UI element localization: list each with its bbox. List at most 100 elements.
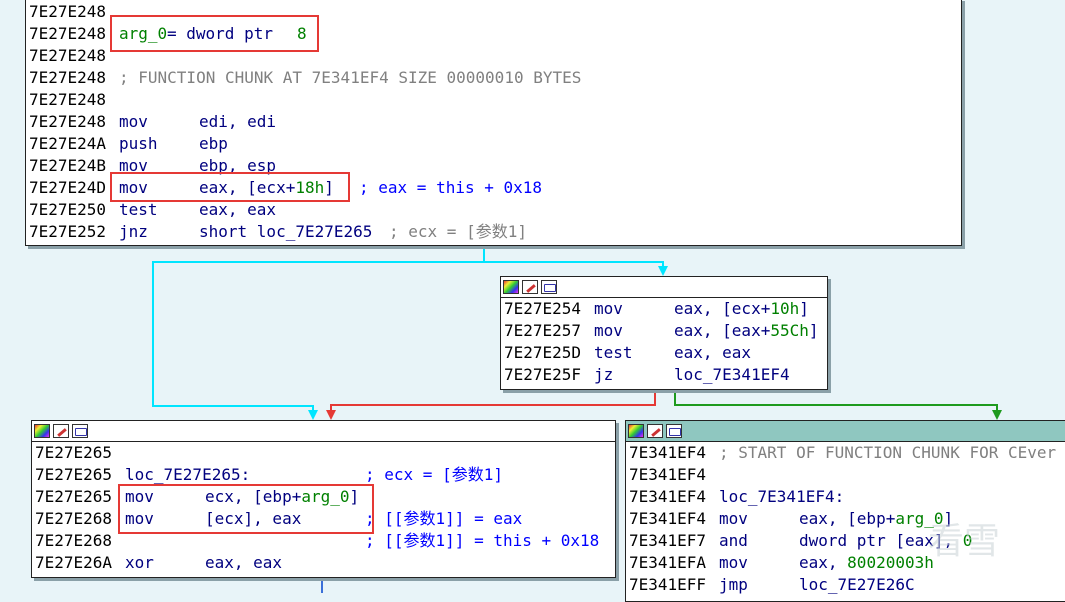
asm-line[interactable]: 7E27E26A xor eax, eax [32, 552, 615, 574]
asm-line[interactable]: 7E27E265 loc_7E27E265: ; ecx = [参数1] [32, 464, 615, 486]
operands: eax, [ecx+18h] [199, 177, 334, 199]
edge-jz-fallthrough-arrow [326, 410, 336, 420]
mnemonic: push [119, 134, 158, 153]
operand-text: ] [324, 178, 334, 197]
address: 7E27E24D [29, 178, 107, 197]
graph-node-check[interactable]: 7E27E254 mov eax, [ecx+10h] 7E27E257 mov eax… [500, 276, 828, 390]
asm-line[interactable]: 7E341EF4 [626, 464, 1065, 486]
mnemonic: mov [119, 156, 148, 175]
address: 7E27E265 [35, 443, 113, 462]
asm-line[interactable]: 7E27E268 mov [ecx], eax ; [[参数1]] = eax [32, 508, 615, 530]
operands: eax, eax [199, 200, 277, 219]
node-rename-icon[interactable] [53, 424, 69, 438]
mnemonic: mov [594, 321, 623, 340]
node-header [32, 421, 615, 442]
node-graph-icon[interactable] [541, 280, 557, 294]
edge-jnz-taken [152, 246, 485, 416]
operand-var[interactable]: arg_0 [301, 487, 349, 506]
node-rename-icon[interactable] [647, 424, 663, 438]
address: 7E341EF4 [629, 487, 707, 506]
watermark-logo: 看雪 [928, 521, 1001, 562]
address: 7E27E248 [29, 46, 107, 65]
graph-node-entry[interactable]: 7E27E248 7E27E248 arg_0 = dword ptr 8 7E27… [25, 0, 962, 246]
address: 7E341EF4 [629, 465, 707, 484]
operands: loc_7E341EF4 [674, 365, 790, 384]
asm-line[interactable]: 7E27E248 arg_0 = dword ptr 8 [26, 23, 961, 45]
graph-node-loc-7e27e265[interactable]: 7E27E265 7E27E265 loc_7E27E265: ; ecx = [参… [31, 420, 616, 578]
asm-line[interactable]: 7E27E265 mov ecx, [ebp+arg_0] [32, 486, 615, 508]
asm-line[interactable]: 7E27E248 [26, 89, 961, 111]
code-label[interactable]: loc_7E27E265: [125, 464, 250, 486]
asm-line[interactable]: 7E27E248 mov edi, edi [26, 111, 961, 133]
user-comment: ; ecx = [参数1] [365, 465, 503, 484]
node-color-icon[interactable] [34, 424, 50, 438]
edge-jnz-taken-arrow [308, 410, 318, 420]
address: 7E27E25F [504, 365, 582, 384]
asm-line[interactable]: 7E341EF4 loc_7E341EF4: [626, 486, 1065, 508]
asm-line[interactable]: 7E27E24A push ebp [26, 133, 961, 155]
comment: ; ecx = [参数1] [389, 222, 527, 241]
asm-line[interactable]: 7E27E248 ; FUNCTION CHUNK AT 7E341EF4 SIZ… [26, 67, 961, 89]
edge-jz-taken [674, 390, 998, 416]
graph-node-chunk-7e341ef4[interactable]: 7E341EF4 ; START OF FUNCTION CHUNK FOR CE… [625, 420, 1065, 602]
address: 7E27E248 [29, 2, 107, 21]
mnemonic: jz [594, 365, 614, 384]
var-offset: 8 [297, 24, 307, 43]
mnemonic: mov [119, 112, 148, 131]
address: 7E341EF7 [629, 531, 707, 550]
stack-var-name[interactable]: arg_0 [119, 23, 167, 45]
operands: eax, 80020003h [799, 552, 934, 574]
asm-line[interactable]: 7E27E250 test eax, eax [26, 199, 961, 221]
address: 7E341EF4 [629, 509, 707, 528]
operand-text: ecx, [ebp+ [205, 487, 302, 506]
operands: eax, [ecx+10h] [674, 298, 809, 320]
node-graph-icon[interactable] [72, 424, 88, 438]
operand-number: 80020003h [847, 553, 934, 572]
asm-line[interactable]: 7E27E24D mov eax, [ecx+18h] ; eax = this + … [26, 177, 961, 199]
node-rename-icon[interactable] [522, 280, 538, 294]
address: 7E27E25D [504, 343, 582, 362]
operand-number: 10h [770, 299, 800, 318]
operands: eax, [eax+55Ch] [674, 320, 819, 342]
asm-line[interactable]: 7E27E257 mov eax, [eax+55Ch] [501, 320, 827, 342]
operands: ecx, [ebp+arg_0] [205, 486, 359, 508]
address: 7E27E24A [29, 134, 107, 153]
address: 7E27E248 [29, 68, 107, 87]
asm-line[interactable]: 7E27E252 jnz short loc_7E27E265 ; ecx = [参数… [26, 221, 961, 243]
asm-line[interactable]: 7E27E265 [32, 442, 615, 464]
node-color-icon[interactable] [503, 280, 519, 294]
address: 7E27E268 [35, 509, 113, 528]
operand-text: ] [808, 321, 819, 340]
asm-line[interactable]: 7E341EF4 ; START OF FUNCTION CHUNK FOR CE… [626, 442, 1065, 464]
operand-text: eax, [ebp+ [799, 509, 896, 528]
operand-number: 55Ch [770, 321, 809, 340]
asm-line[interactable]: 7E27E25F jz loc_7E341EF4 [501, 364, 827, 386]
user-comment: ; [[参数1]] = eax [365, 509, 523, 528]
asm-line[interactable]: 7E27E25D test eax, eax [501, 342, 827, 364]
address: 7E27E24B [29, 156, 107, 175]
mnemonic: jnz [119, 222, 148, 241]
mnemonic: mov [719, 509, 748, 528]
mnemonic: test [594, 343, 633, 362]
asm-line[interactable]: 7E27E24B mov ebp, esp [26, 155, 961, 177]
node-color-icon[interactable] [628, 424, 644, 438]
comment: ; START OF FUNCTION CHUNK FOR CEver [719, 443, 1057, 462]
address: 7E27E254 [504, 299, 582, 318]
operands: short loc_7E27E265 [199, 222, 373, 241]
operands: ebp [199, 134, 228, 153]
address: 7E27E257 [504, 321, 582, 340]
node-header [501, 277, 827, 298]
code-label[interactable]: loc_7E341EF4: [719, 486, 844, 508]
edge-jz-fallthrough [330, 390, 656, 416]
asm-line[interactable]: 7E27E248 [26, 1, 961, 23]
asm-line[interactable]: 7E27E248 [26, 45, 961, 67]
address: 7E341EF4 [629, 443, 707, 462]
operand-text: eax, [799, 553, 848, 572]
operands: eax, eax [674, 343, 752, 362]
mnemonic: and [719, 531, 748, 550]
asm-line[interactable]: 7E27E268 ; [[参数1]] = this + 0x18 [32, 530, 615, 552]
node-graph-icon[interactable] [666, 424, 682, 438]
mnemonic: mov [719, 553, 748, 572]
address: 7E27E250 [29, 200, 107, 219]
asm-line[interactable]: 7E27E254 mov eax, [ecx+10h] [501, 298, 827, 320]
